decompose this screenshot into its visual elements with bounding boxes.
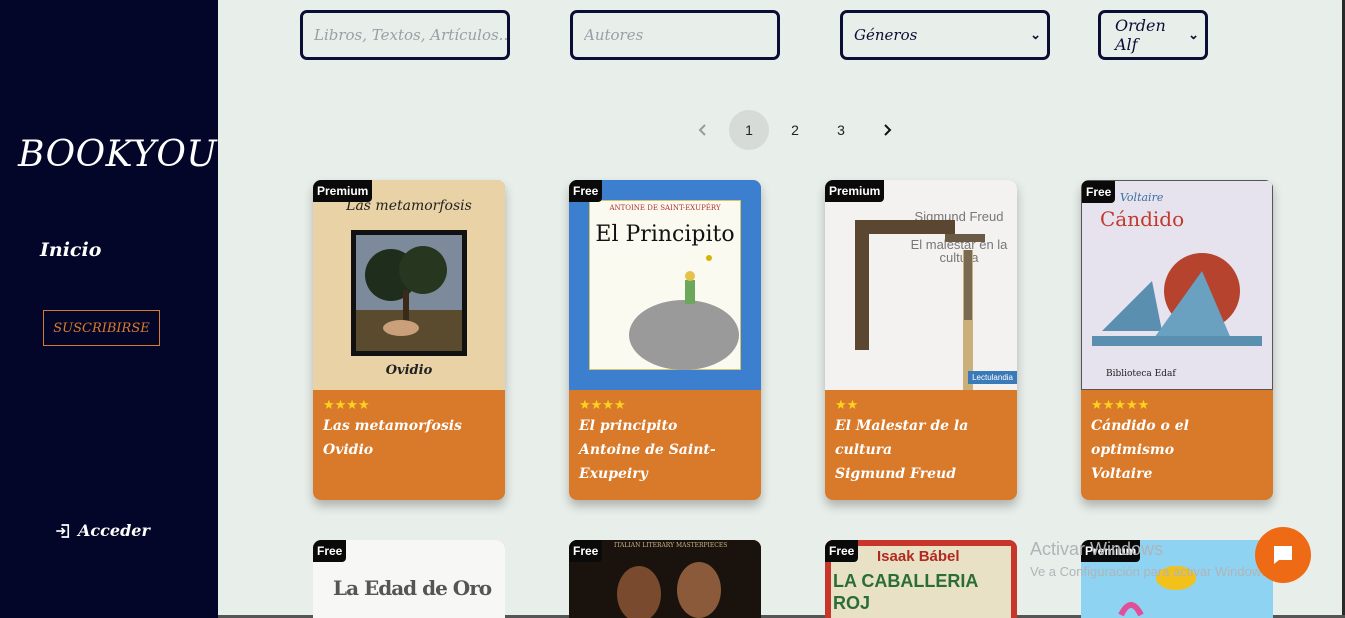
- book-card-metamorfosis[interactable]: Premium Las metamorfosis Ovidio ★★★★ Las…: [313, 180, 505, 500]
- cover-artwork: [1092, 253, 1262, 346]
- cover-title: LA CABALLERIA ROJ: [833, 571, 978, 613]
- prev-page-button[interactable]: [683, 110, 723, 150]
- cover-artwork: [617, 562, 721, 618]
- book-cover: Free Voltaire Cándido Biblioteca Edaf: [1081, 180, 1273, 390]
- plan-badge: Free: [569, 180, 603, 202]
- plan-badge: Free: [825, 540, 859, 562]
- publisher-label: Biblioteca Edaf: [1106, 369, 1176, 379]
- cover-artwork: [351, 230, 467, 356]
- publisher-label: Lectulandia: [968, 371, 1017, 384]
- cover-artwork: [855, 220, 985, 390]
- rating-stars: ★★: [835, 398, 859, 413]
- chevron-down-icon: ⌄: [1030, 27, 1041, 43]
- cover-title: El Principito: [595, 222, 735, 247]
- login-label: Acceder: [78, 521, 150, 540]
- chevron-down-icon: ⌄: [1188, 27, 1199, 43]
- authors-input[interactable]: [584, 26, 777, 44]
- rating-stars: ★★★★: [323, 398, 370, 413]
- chevron-right-icon: [884, 124, 892, 136]
- genres-select[interactable]: Géneros ⌄: [840, 10, 1050, 60]
- plan-badge: Free: [1082, 181, 1116, 203]
- book-cover: Free Isaak Bábel LA CABALLERIA ROJ: [825, 540, 1017, 618]
- book-card-caballeria[interactable]: Free Isaak Bábel LA CABALLERIA ROJ: [825, 540, 1017, 618]
- sidebar: BOOKYOU Inicio SUSCRIBIRSE Acceder: [0, 0, 218, 618]
- plan-badge: Free: [569, 540, 603, 562]
- brand-logo[interactable]: BOOKYOU: [18, 134, 217, 175]
- windows-activation-title: Activar Windows: [1030, 539, 1164, 559]
- book-title: El principito: [579, 418, 678, 434]
- book-cover: Free ANTOINE DE SAINT-EXUPÉRY El Princip…: [569, 180, 761, 390]
- book-info: ★★★★★ Cándido o el optimismo Voltaire: [1081, 390, 1273, 496]
- page-1-button[interactable]: 1: [729, 110, 769, 150]
- order-select[interactable]: Orden Alf ⌄: [1098, 10, 1208, 60]
- login-icon: [56, 523, 70, 538]
- genres-select-value: Géneros: [854, 26, 918, 44]
- page-2-button[interactable]: 2: [775, 110, 815, 150]
- order-select-value: Orden Alf: [1115, 16, 1166, 54]
- authors-field[interactable]: [570, 10, 780, 60]
- cover-author: ANTOINE DE SAINT-EXUPÉRY: [609, 204, 721, 212]
- pagination: 1 2 3: [683, 110, 913, 150]
- book-cover: Premium Las metamorfosis Ovidio: [313, 180, 505, 390]
- login-link[interactable]: Acceder: [54, 521, 150, 540]
- subscribe-button[interactable]: SUSCRIBIRSE: [43, 310, 160, 346]
- cover-title: La Edad de Oro: [333, 576, 492, 600]
- rating-stars: ★★★★: [579, 398, 626, 413]
- book-author: Sigmund Freud: [835, 466, 956, 482]
- book-cover: Free La Edad de Oro: [313, 540, 505, 618]
- book-title: Las metamorfosis: [323, 418, 462, 434]
- plan-badge: Free: [313, 540, 347, 562]
- search-field[interactable]: [300, 10, 510, 60]
- cover-author: Voltaire: [1120, 191, 1164, 204]
- chevron-left-icon: [698, 124, 706, 136]
- cover-author: Isaak Bábel: [877, 548, 960, 565]
- plan-badge: Premium: [313, 180, 373, 202]
- book-title: Cándido o el optimismo: [1091, 418, 1189, 458]
- cover-title: Cándido: [1100, 207, 1185, 231]
- book-info: ★★ El Malestar de la cultura Sigmund Fre…: [825, 390, 1017, 496]
- page-3-button[interactable]: 3: [821, 110, 861, 150]
- nav-home-link[interactable]: Inicio: [40, 239, 101, 261]
- book-title: El Malestar de la cultura: [835, 418, 969, 458]
- book-author: Antoine de Saint-Exupeiry: [579, 442, 716, 482]
- next-page-button[interactable]: [867, 110, 907, 150]
- book-info: ★★★★ Las metamorfosis Ovidio: [313, 390, 505, 472]
- book-card-edad-de-oro[interactable]: Free La Edad de Oro: [313, 540, 505, 618]
- chat-button[interactable]: [1255, 527, 1311, 583]
- search-input[interactable]: [314, 26, 507, 44]
- windows-activation-text: Ve a Configuración para activar Windows.: [1030, 564, 1272, 579]
- book-info: ★★★★ El principito Antoine de Saint-Exup…: [569, 390, 761, 496]
- book-card-italian[interactable]: Free ITALIAN LITERARY MASTERPIECES: [569, 540, 761, 618]
- book-cover: Premium Sigmund Freud El malestar en la …: [825, 180, 1017, 390]
- book-card-principito[interactable]: Free ANTOINE DE SAINT-EXUPÉRY El Princip…: [569, 180, 761, 500]
- book-author: Ovidio: [323, 442, 374, 458]
- book-cover: Free ITALIAN LITERARY MASTERPIECES: [569, 540, 761, 618]
- book-card-malestar[interactable]: Premium Sigmund Freud El malestar en la …: [825, 180, 1017, 500]
- book-author: Voltaire: [1091, 466, 1153, 482]
- plan-badge: Premium: [825, 180, 885, 202]
- chat-icon: [1274, 546, 1292, 564]
- cover-author: Ovidio: [385, 363, 433, 378]
- cover-series: ITALIAN LITERARY MASTERPIECES: [614, 542, 728, 549]
- rating-stars: ★★★★★: [1091, 398, 1150, 413]
- book-card-candido[interactable]: Free Voltaire Cándido Biblioteca Edaf ★★…: [1081, 180, 1273, 500]
